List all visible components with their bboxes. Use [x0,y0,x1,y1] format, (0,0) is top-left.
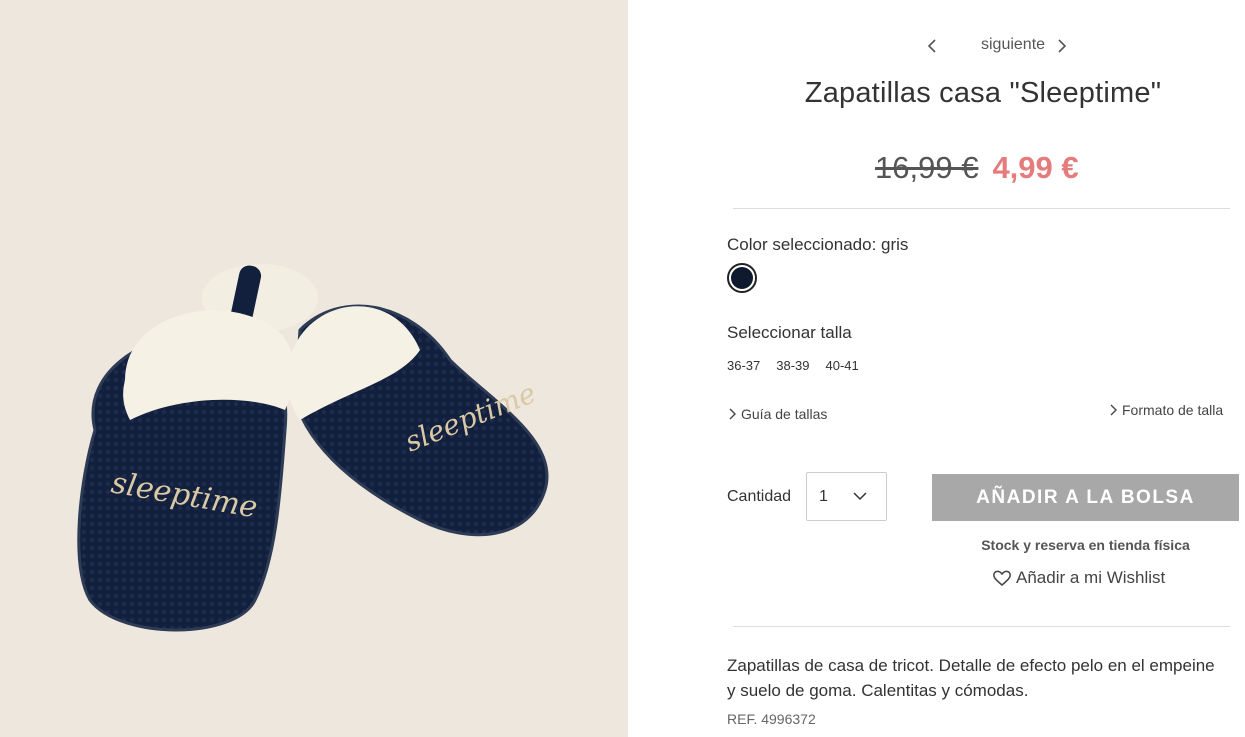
product-info-panel: siguiente Zapatillas casa "Sleeptime" 16… [628,0,1245,737]
store-stock-link[interactable]: Stock y reserva en tienda física [932,537,1239,553]
product-title: Zapatillas casa "Sleeptime" [804,77,1162,109]
color-swatch-navy[interactable] [727,263,757,293]
product-navigation: siguiente [628,34,1245,58]
next-arrow-icon[interactable] [1055,38,1069,54]
color-dot [731,267,753,289]
quantity-label: Cantidad [727,488,792,505]
chevron-right-icon [729,408,736,420]
product-reference: REF. 4996372 [727,711,816,727]
product-image[interactable]: sleeptime sleeptime [0,0,628,737]
old-price: 16,99 € [875,150,979,185]
size-guide-label: Guía de tallas [741,406,828,422]
color-label: Color seleccionado: gris [727,235,909,254]
size-option-38-39[interactable]: 38-39 [776,358,809,373]
price-block: 16,99 € 4,99 € [875,150,1079,186]
divider [733,208,1230,209]
heart-icon [993,570,1011,586]
size-guide-link[interactable]: Guía de tallas [727,406,827,422]
add-to-wishlist-button[interactable]: Añadir a mi Wishlist [992,568,1165,588]
add-to-bag-button[interactable]: AÑADIR A LA BOLSA [932,474,1239,521]
quantity-value: 1 [819,487,828,505]
size-option-40-41[interactable]: 40-41 [826,358,859,373]
product-description: Zapatillas de casa de tricot. Detalle de… [727,656,1215,700]
chevron-right-icon [1110,404,1117,416]
next-product-link[interactable]: siguiente [981,36,1045,54]
size-option-36-37[interactable]: 36-37 [727,358,760,373]
size-options: 36-37 38-39 40-41 [727,358,859,373]
previous-arrow-icon[interactable] [925,38,939,54]
size-format-label: Formato de talla [1122,402,1224,418]
divider [733,626,1230,627]
sale-price: 4,99 € [992,150,1079,185]
size-format-link[interactable]: Formato de talla [1108,402,1223,418]
chevron-down-icon [853,492,867,501]
quantity-select[interactable]: 1 [806,472,887,521]
size-label: Seleccionar talla [727,323,852,342]
slippers-illustration: sleeptime sleeptime [77,264,549,632]
wishlist-label: Añadir a mi Wishlist [1016,568,1166,587]
